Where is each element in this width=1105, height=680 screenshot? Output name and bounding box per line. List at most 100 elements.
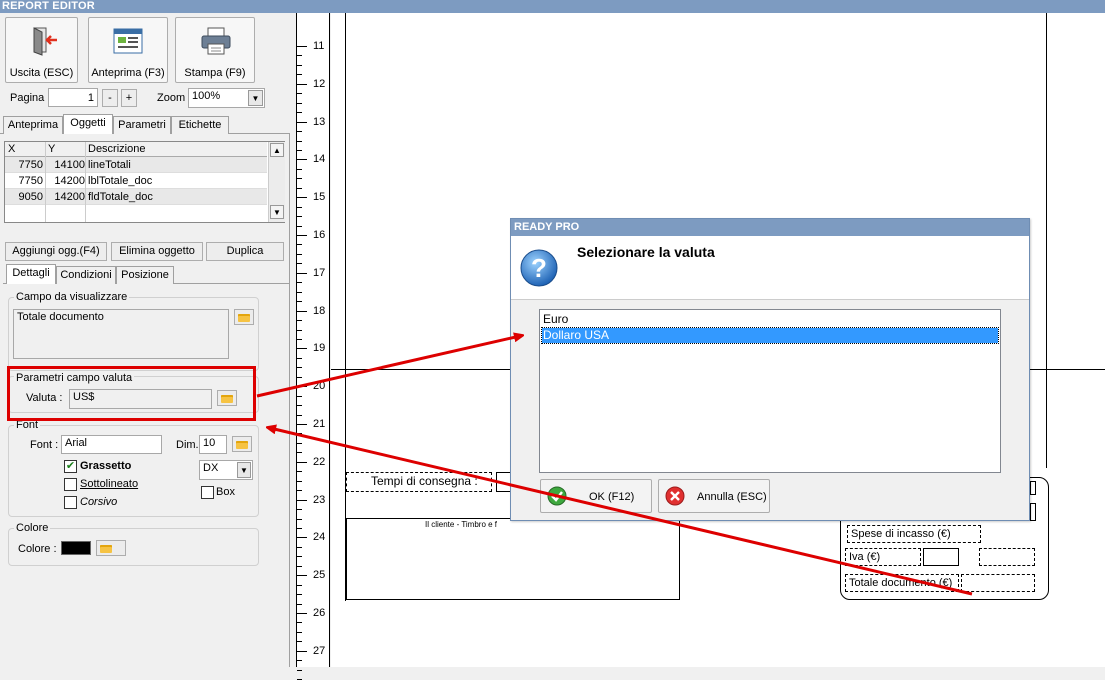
- dialog-title: READY PRO: [511, 219, 1029, 236]
- ruler-minor-tick: [297, 168, 302, 170]
- ruler-minor-tick: [297, 112, 302, 114]
- ruler-minor-tick: [297, 546, 302, 548]
- ruler-minor-tick: [297, 187, 302, 189]
- cancel-button[interactable]: Annulla (ESC): [658, 479, 770, 513]
- box-checkbox[interactable]: [201, 486, 214, 499]
- ruler-minor-tick: [297, 527, 302, 529]
- preview-button[interactable]: Anteprima (F3): [88, 17, 168, 83]
- tab-etichette[interactable]: Etichette: [171, 116, 229, 134]
- align-select[interactable]: DX ▼: [199, 460, 253, 480]
- font-value: Arial: [65, 437, 88, 449]
- ruler-minor-tick: [297, 225, 302, 227]
- ruler-minor-tick: [297, 206, 302, 208]
- ruler-minor-tick: [297, 584, 302, 586]
- ruler-minor-tick: [297, 631, 302, 633]
- duplicate-button[interactable]: Duplica: [206, 242, 284, 261]
- print-button-label: Stampa (F9): [184, 67, 246, 79]
- exit-button[interactable]: Uscita (ESC): [5, 17, 78, 83]
- box-label: Box: [216, 486, 235, 498]
- ok-button-label: OK (F12): [589, 491, 635, 503]
- zoom-select[interactable]: 100% ▼: [188, 88, 265, 108]
- ruler-minor-tick: [297, 93, 302, 95]
- underline-checkbox[interactable]: [64, 478, 77, 491]
- ruler-minor-tick: [297, 594, 302, 596]
- tab-dettagli[interactable]: Dettagli: [6, 264, 56, 284]
- ruler-minor-tick: [297, 367, 302, 369]
- ruler-number: 16: [313, 229, 326, 241]
- ruler-major-tick: [297, 348, 307, 350]
- list-item-euro[interactable]: Euro: [542, 312, 998, 327]
- ruler-number: 13: [313, 115, 326, 128]
- ruler-major-tick: [297, 613, 307, 614]
- svg-text:?: ?: [531, 253, 547, 283]
- color-swatch: [61, 541, 91, 555]
- page-minus-button[interactable]: -: [102, 89, 118, 107]
- tab-parametri[interactable]: Parametri: [113, 116, 171, 134]
- ok-button[interactable]: OK (F12): [540, 479, 652, 513]
- size-label: Dim.: [176, 439, 199, 451]
- objects-table: X Y Descrizione 7750 14100 lineTotali 77…: [4, 141, 285, 223]
- page-plus-button[interactable]: +: [121, 89, 137, 107]
- ruler-number: 15: [313, 191, 326, 204]
- ruler-number: 14: [313, 153, 326, 166]
- ruler-minor-tick: [297, 102, 302, 104]
- scroll-up-icon[interactable]: ▲: [270, 143, 284, 157]
- scroll-down-icon[interactable]: ▼: [270, 205, 284, 219]
- delivery-box: Tempi di consegna :: [346, 472, 492, 492]
- currency-listbox[interactable]: Euro Dollaro USA: [539, 309, 1001, 473]
- bold-checkbox[interactable]: ✔: [64, 460, 77, 473]
- tab-oggetti[interactable]: Oggetti: [63, 114, 113, 134]
- total-box: Totale documento (€): [845, 574, 959, 592]
- tab-condizioni[interactable]: Condizioni: [56, 266, 116, 284]
- ruler-number: 19: [313, 342, 326, 355]
- tab-anteprima[interactable]: Anteprima: [3, 116, 63, 134]
- window-title: REPORT EDITOR: [0, 0, 1105, 13]
- ruler-major-tick: [297, 46, 307, 47]
- table-scrollbar[interactable]: ▲ ▼: [268, 142, 285, 222]
- cell-desc: fldTotale_doc: [88, 191, 153, 203]
- vat-label: Iva (€): [849, 551, 881, 563]
- ruler-minor-tick: [297, 263, 302, 265]
- list-item-dollaro-usa[interactable]: Dollaro USA: [541, 327, 999, 344]
- tab-posizione[interactable]: Posizione: [116, 266, 174, 284]
- field-folder-icon[interactable]: [234, 309, 254, 325]
- ruler-minor-tick: [297, 509, 302, 511]
- zoom-label: Zoom: [157, 92, 186, 104]
- customer-box: Il cliente - Timbro e f: [346, 518, 680, 600]
- ruler-major-tick: [297, 235, 307, 236]
- ruler-minor-tick: [297, 641, 302, 643]
- ruler-minor-tick: [297, 395, 302, 397]
- print-button[interactable]: Stampa (F9): [175, 17, 255, 83]
- ruler-number: 22: [313, 455, 326, 468]
- ruler-major-tick: [297, 424, 307, 425]
- italic-checkbox[interactable]: [64, 496, 77, 509]
- delivery-label: Tempi di consegna :: [371, 474, 478, 488]
- ok-check-icon: [547, 486, 567, 506]
- underline-label: Sottolineato: [80, 478, 139, 490]
- ruler-minor-tick: [297, 64, 302, 66]
- italic-label: Corsivo: [80, 496, 118, 508]
- font-folder-icon[interactable]: [232, 436, 252, 452]
- currency-dialog: READY PRO ? Selezionare la valuta Euro D…: [510, 218, 1030, 521]
- cell-x: 9050: [18, 191, 43, 203]
- exit-door-icon: [33, 27, 57, 56]
- delete-object-button[interactable]: Elimina oggetto: [111, 242, 203, 261]
- size-value: 10: [203, 437, 216, 449]
- add-object-button[interactable]: Aggiungi ogg.(F4): [5, 242, 107, 261]
- ruler-minor-tick: [297, 405, 302, 407]
- column-header-x: X: [8, 143, 16, 155]
- page-input[interactable]: [48, 88, 98, 107]
- size-input[interactable]: 10: [199, 435, 227, 454]
- cancel-x-icon: [665, 486, 685, 506]
- color-folder-icon[interactable]: [96, 540, 126, 556]
- ruler-minor-tick: [297, 442, 302, 444]
- cell-x: 7750: [18, 175, 43, 187]
- ruler-minor-tick: [297, 338, 302, 340]
- ruler-number: 26: [313, 607, 326, 619]
- ruler-minor-tick: [297, 603, 302, 605]
- chevron-down-icon[interactable]: ▼: [248, 90, 263, 106]
- vertical-ruler: 11 12 13 14 15 16 17 18 19 20 21 22 23 24 25 26 27: [296, 13, 330, 680]
- cell-x: 7750: [18, 159, 43, 171]
- chevron-down-icon[interactable]: ▼: [237, 462, 251, 478]
- font-input[interactable]: Arial: [61, 435, 162, 454]
